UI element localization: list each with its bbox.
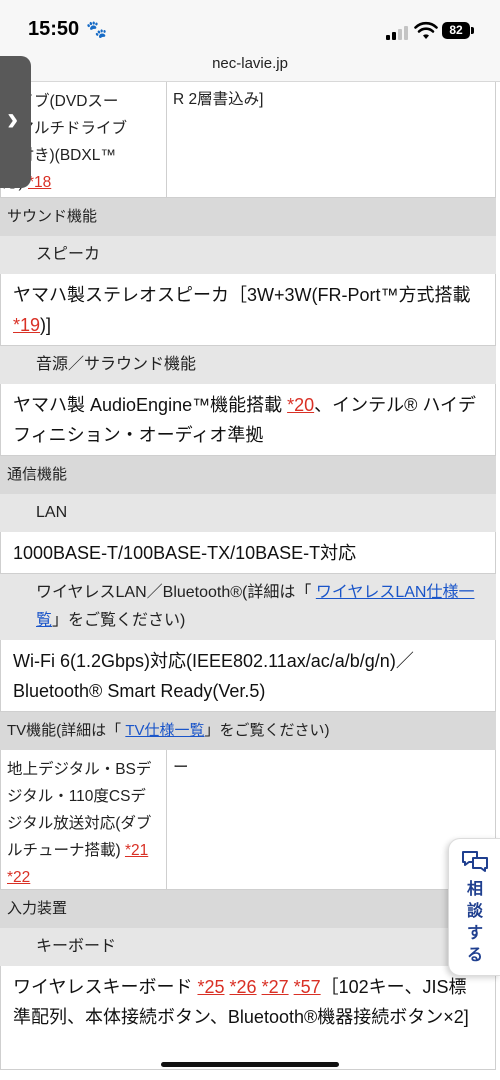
footnote-link-19[interactable]: *19 <box>13 315 40 335</box>
consult-button[interactable]: 相談する <box>448 838 500 976</box>
subsection-wireless: ワイヤレスLAN／Bluetooth®(詳細は「 ワイヤレスLAN仕様一覧」をご… <box>0 574 496 640</box>
status-time: 15:50 <box>28 18 80 40</box>
tv-tuner-row: 地上デジタル・BSデジタル・110度CSデジタル放送対応(ダブルチューナ搭載) … <box>0 750 496 890</box>
tv-tuner-label: 地上デジタル・BSデジタル・110度CSデジタル放送対応(ダブルチューナ搭載) … <box>1 750 167 889</box>
keyboard-value: ワイヤレスキーボード *25 *26 *27 *57［102キー、JIS標準配列… <box>0 966 496 1070</box>
consult-label: 相談する <box>449 879 500 967</box>
battery-icon: 82 <box>442 22 470 39</box>
section-input: 入力装置 <box>0 890 496 928</box>
subsection-audio: 音源／サラウンド機能 <box>0 346 496 384</box>
speaker-text: ヤマハ製ステレオスピーカ［3W+3W(FR-Port™方式搭載 <box>13 285 471 305</box>
keyboard-text: ワイヤレスキーボード <box>13 977 198 997</box>
paw-icon: 🐾 <box>86 20 108 39</box>
subsection-lan: LAN <box>0 494 496 532</box>
tv-section-label-end: 」をご覧ください) <box>204 722 330 739</box>
section-tv: TV機能(詳細は「 TV仕様一覧」をご覧ください) <box>0 712 496 750</box>
optical-drive-value: R 2層書込み] <box>173 91 264 108</box>
subsection-speaker: スピーカ <box>0 236 496 274</box>
home-indicator[interactable] <box>161 1062 339 1067</box>
tv-spec-link[interactable]: TV仕様一覧 <box>125 722 204 739</box>
footnote-link-22[interactable]: *22 <box>7 869 30 886</box>
audio-text: ヤマハ製 AudioEngine™機能搭載 <box>13 395 288 415</box>
battery-tip <box>471 27 474 34</box>
consult-label-text: 相談する <box>466 881 483 964</box>
status-bar: 15:50 🐾 82 <box>0 0 500 50</box>
side-menu-tab[interactable]: › <box>0 56 31 188</box>
footnote-link-57[interactable]: *57 <box>294 977 321 997</box>
footnote-link-20[interactable]: *20 <box>287 395 314 415</box>
url-text[interactable]: nec-lavie.jp <box>0 55 500 72</box>
browser-address-bar[interactable]: nec-lavie.jp <box>0 50 500 82</box>
lan-value: 1000BASE-T/100BASE-TX/10BASE-T対応 <box>0 532 496 574</box>
chat-bubbles-icon <box>462 851 488 872</box>
chevron-right-icon: › <box>7 100 19 138</box>
footnote-link-25[interactable]: *25 <box>197 977 224 997</box>
footnote-link-18[interactable]: *18 <box>28 174 51 191</box>
tv-section-label: TV機能(詳細は「 <box>7 722 126 739</box>
spec-page-content: ライブ(DVDスー ーマルチドライブ 能付き)(BDXL™ 応) *18 R 2… <box>0 82 500 1080</box>
cellular-signal-icon <box>386 26 410 40</box>
subsection-keyboard: キーボード <box>0 928 496 966</box>
section-communication: 通信機能 <box>0 456 496 494</box>
footnote-link-27[interactable]: *27 <box>262 977 289 997</box>
wireless-value: Wi-Fi 6(1.2Gbps)対応(IEEE802.11ax/ac/a/b/g… <box>0 640 496 712</box>
wireless-label: ワイヤレスLAN／Bluetooth®(詳細は「 <box>36 584 316 601</box>
tv-tuner-value: ー <box>173 759 189 776</box>
speaker-value: ヤマハ製ステレオスピーカ［3W+3W(FR-Port™方式搭載 *19)] <box>0 274 496 346</box>
footnote-link-21[interactable]: *21 <box>125 842 148 859</box>
wifi-icon <box>414 21 438 39</box>
wireless-label-end: 」をご覧ください) <box>52 612 186 629</box>
optical-drive-row: ライブ(DVDスー ーマルチドライブ 能付き)(BDXL™ 応) *18 R 2… <box>0 82 496 198</box>
spec-table: ライブ(DVDスー ーマルチドライブ 能付き)(BDXL™ 応) *18 R 2… <box>0 82 496 1070</box>
speaker-text-end: )] <box>40 315 52 335</box>
audio-value: ヤマハ製 AudioEngine™機能搭載 *20、インテル® ハイデフィニショ… <box>0 384 496 456</box>
battery-level: 82 <box>449 23 463 37</box>
section-sound: サウンド機能 <box>0 198 496 236</box>
footnote-link-26[interactable]: *26 <box>230 977 257 997</box>
